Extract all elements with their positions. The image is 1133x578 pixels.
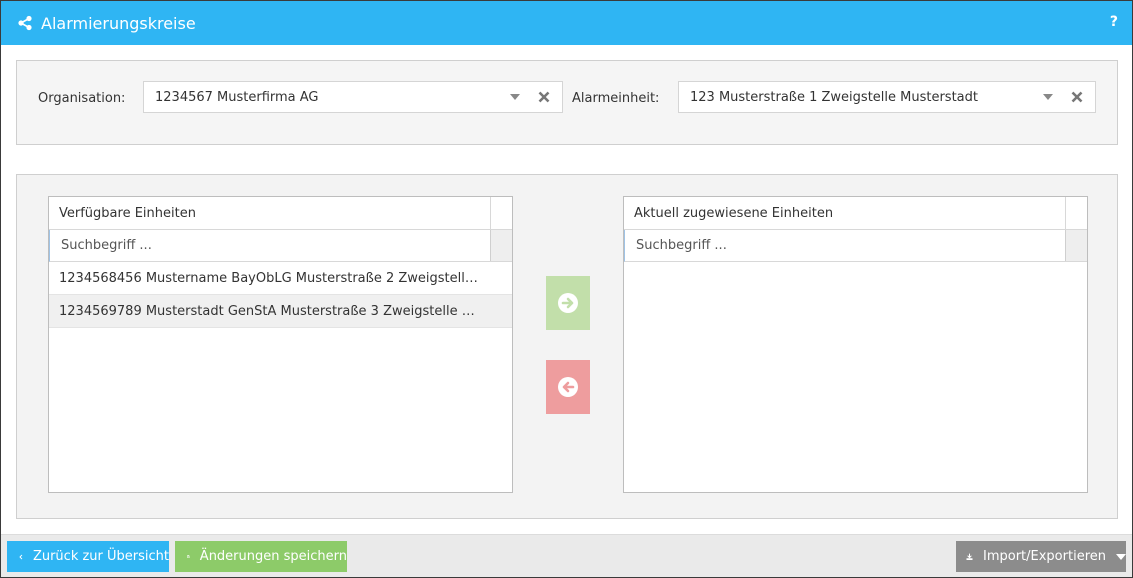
available-units-search [49,230,512,262]
share-icon [18,15,32,31]
assignment-panel: Verfügbare Einheiten 1234568456 Musterna… [16,174,1118,519]
floppy-disk-icon [187,555,190,558]
available-units-list: Verfügbare Einheiten 1234568456 Musterna… [48,196,513,493]
organisation-select[interactable]: 1234567 Musterfirma AG [143,81,563,113]
close-icon[interactable] [536,89,552,105]
chevron-down-icon[interactable] [1043,94,1053,100]
page-title: Alarmierungskreise [41,13,196,33]
search-cell [1065,230,1087,261]
list-item[interactable]: 1234569789 Musterstadt GenStA Musterstra… [49,295,512,328]
arrow-circle-left-icon [558,377,578,397]
list-item-label: 1234568456 Mustername BayObLG Musterstra… [59,270,484,286]
assigned-units-header: Aktuell zugewiesene Einheiten [624,197,1087,230]
assigned-units-title: Aktuell zugewiesene Einheiten [634,205,834,221]
list-item[interactable]: 1234568456 Mustername BayObLG Musterstra… [49,262,512,295]
close-icon[interactable] [1069,89,1085,105]
save-button[interactable]: Änderungen speichern [175,541,347,572]
help-icon[interactable]: ? [1110,14,1118,30]
arrow-circle-right-icon [558,293,578,313]
import-export-button[interactable]: Import/Exportieren [956,541,1126,572]
back-button[interactable]: Zurück zur Übersicht [7,541,169,572]
assigned-units-search [624,230,1087,262]
available-units-header: Verfügbare Einheiten [49,197,512,230]
alarmeinheit-select[interactable]: 123 Musterstraße 1 Zweigstelle Mustersta… [678,81,1096,113]
back-button-label: Zurück zur Übersicht [32,549,169,564]
alarmeinheit-value: 123 Musterstraße 1 Zweigstelle Mustersta… [690,89,978,105]
assigned-search-input[interactable] [625,230,1065,261]
header-cell [490,197,512,230]
search-cell [490,230,512,261]
title-bar: Alarmierungskreise ? [1,1,1132,45]
chevron-down-icon[interactable] [510,94,520,100]
app-window: Alarmierungskreise ? Organisation: 12345… [0,0,1133,578]
import-export-label: Import/Exportieren [983,549,1106,564]
organisation-label: Organisation: [38,91,126,106]
header-cell [1065,197,1087,230]
download-icon [966,553,973,560]
move-left-button[interactable] [546,360,590,414]
assigned-units-list: Aktuell zugewiesene Einheiten [623,196,1088,493]
footer-bar: Zurück zur Übersicht Änderungen speicher… [1,534,1132,577]
chevron-down-icon[interactable] [1116,553,1126,560]
filter-panel: Organisation: 1234567 Musterfirma AG Ala… [16,60,1118,145]
available-search-input[interactable] [50,230,490,261]
move-right-button[interactable] [546,276,590,330]
available-units-title: Verfügbare Einheiten [59,205,196,221]
chevron-left-icon [19,554,23,559]
alarmeinheit-label: Alarmeinheit: [572,91,660,106]
organisation-value: 1234567 Musterfirma AG [155,89,319,105]
save-button-label: Änderungen speichern [199,549,347,564]
list-item-label: 1234569789 Musterstadt GenStA Musterstra… [59,303,484,319]
